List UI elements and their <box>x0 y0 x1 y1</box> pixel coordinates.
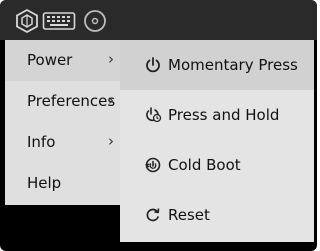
menu-item-label: Info <box>27 133 56 151</box>
power-submenu: Momentary Press Press and Hold Cold Boot… <box>120 40 314 242</box>
menu-item-info[interactable]: Info › <box>5 122 122 163</box>
submenu-item-label: Press and Hold <box>168 106 280 124</box>
reset-icon <box>144 206 162 224</box>
chevron-right-icon: › <box>108 91 114 109</box>
power-icon <box>144 56 162 74</box>
menu-item-label: Help <box>27 174 62 192</box>
press-hold-icon <box>144 106 162 124</box>
reset-button[interactable]: Reset <box>120 190 314 240</box>
chevron-right-icon: › <box>108 132 114 150</box>
remote-console-screen: Power › Preferences › Info › Help Moment… <box>0 0 317 251</box>
menu-item-power[interactable]: Power › <box>5 40 122 81</box>
menu-item-label: Preferences <box>27 92 116 110</box>
press-and-hold-button[interactable]: Press and Hold <box>120 90 314 140</box>
submenu-item-label: Cold Boot <box>168 156 241 174</box>
momentary-press-button[interactable]: Momentary Press <box>120 40 314 90</box>
context-menu: Power › Preferences › Info › Help <box>5 40 122 205</box>
cold-boot-button[interactable]: Cold Boot <box>120 140 314 190</box>
menu-item-label: Power <box>27 51 73 69</box>
submenu-item-label: Momentary Press <box>168 56 298 74</box>
submenu-item-label: Reset <box>168 206 210 224</box>
disc-icon[interactable] <box>82 8 108 34</box>
chevron-right-icon: › <box>108 50 114 68</box>
hex-logo-icon[interactable] <box>14 8 40 34</box>
menu-item-preferences[interactable]: Preferences › <box>5 81 122 122</box>
toolbar <box>0 0 317 40</box>
menu-item-help[interactable]: Help <box>5 163 122 204</box>
keyboard-icon[interactable] <box>42 8 76 34</box>
cold-boot-icon <box>144 156 162 174</box>
